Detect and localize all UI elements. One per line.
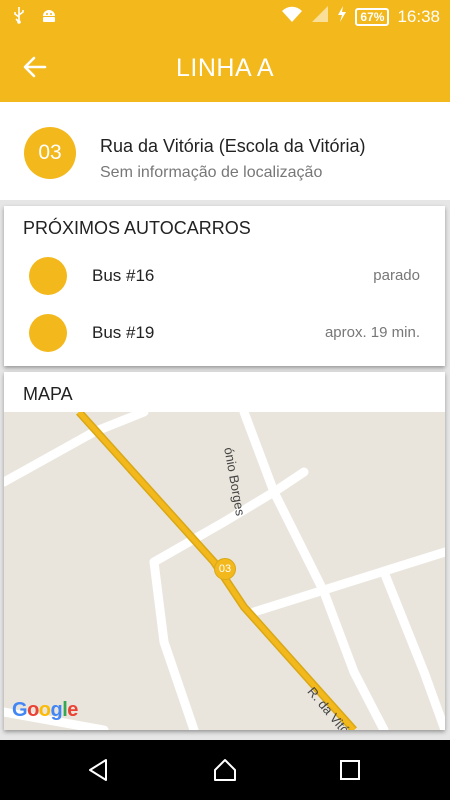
stop-number-badge: 03	[24, 127, 76, 179]
list-item[interactable]: Bus #16 parado	[4, 255, 445, 295]
wifi-icon	[281, 5, 303, 28]
recents-icon[interactable]	[337, 757, 363, 783]
stop-location-info: Sem informação de localização	[100, 164, 323, 181]
battery-icon: 67%	[355, 7, 390, 26]
google-logo: Google	[12, 699, 78, 721]
back-triangle-icon[interactable]	[86, 757, 112, 783]
stop-name: Rua da Vitória (Escola da Vitória)	[100, 136, 366, 156]
section-title: PRÓXIMOS AUTOCARROS	[23, 218, 251, 238]
clock: 16:38	[397, 6, 440, 26]
bus-name: Bus #16	[92, 266, 155, 285]
android-icon	[40, 6, 58, 29]
signal-icon	[311, 5, 329, 28]
bus-status: aprox. 19 min.	[324, 324, 420, 341]
list-item[interactable]: Bus #19 aprox. 19 min.	[4, 312, 445, 352]
upcoming-buses-card: PRÓXIMOS AUTOCARROS Bus #16 parado Bus #…	[4, 206, 445, 366]
page-title: LINHA A	[176, 54, 274, 82]
app-bar: LINHA A	[0, 32, 450, 102]
bus-marker-icon	[29, 257, 67, 295]
section-title: MAPA	[23, 384, 73, 404]
map-card: MAPA 03 ónio Borges R. da Vitória Google	[4, 372, 445, 730]
bus-status: parado	[373, 267, 420, 284]
usb-icon	[12, 6, 26, 29]
charging-icon	[337, 5, 347, 28]
map-stop-marker[interactable]: 03	[214, 558, 236, 580]
bus-marker-icon	[29, 314, 67, 352]
bus-name: Bus #19	[92, 323, 155, 342]
stop-info: 03 Rua da Vitória (Escola da Vitória) Se…	[0, 102, 450, 200]
home-icon[interactable]	[212, 757, 238, 783]
map-view[interactable]: 03 ónio Borges R. da Vitória Google	[4, 412, 445, 730]
navigation-bar	[0, 740, 450, 800]
status-bar: 67% 16:38	[0, 0, 450, 32]
